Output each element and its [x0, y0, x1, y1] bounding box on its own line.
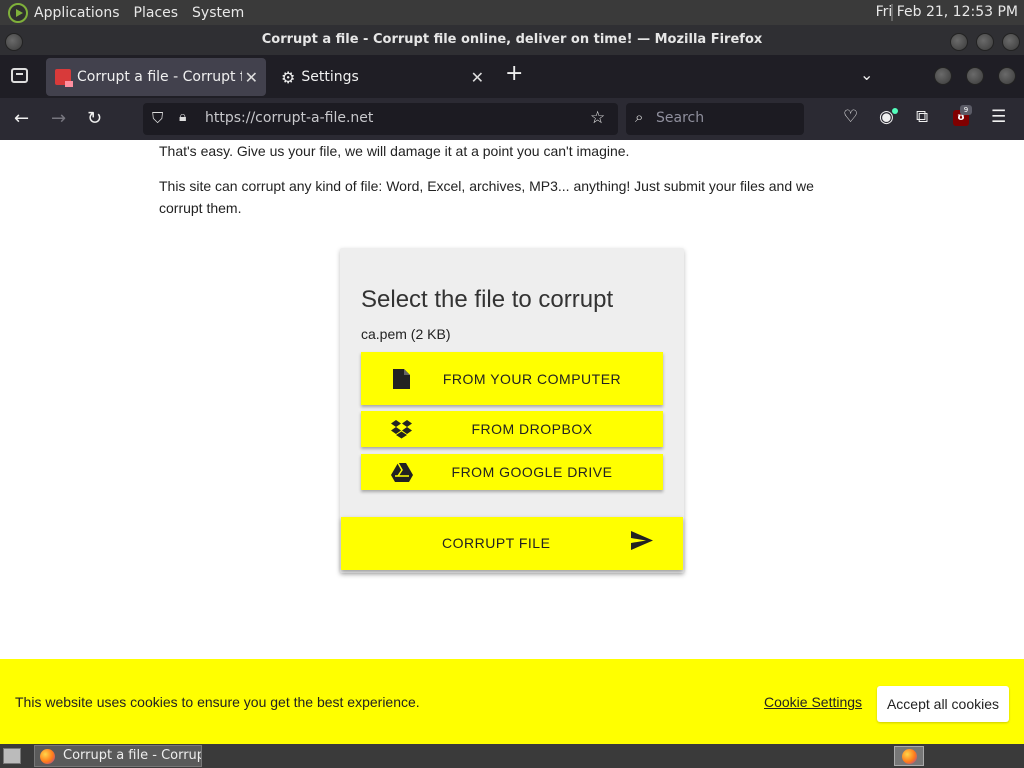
page-content: That's easy. Give us your file, we will … — [0, 140, 1024, 744]
tab-title: Corrupt a file - Corrupt file online, de… — [77, 69, 242, 85]
tab-corrupt-a-file[interactable]: Corrupt a file - Corrupt file online, de… — [46, 58, 266, 96]
close-window-icon[interactable] — [1002, 33, 1020, 51]
hamburger-menu-icon[interactable]: ☰ — [991, 107, 1006, 127]
intro-text: That's easy. Give us your file, we will … — [159, 143, 630, 159]
cookie-message: This website uses cookies to ensure you … — [15, 694, 420, 710]
tabbar-circle-icon — [998, 67, 1016, 85]
gear-icon: ⚙ — [281, 67, 296, 87]
google-drive-icon — [391, 462, 413, 482]
file-icon — [393, 368, 410, 389]
tab-title: Settings — [301, 69, 359, 85]
send-arrow-icon — [631, 531, 653, 550]
selected-file-info: ca.pem (2 KB) — [361, 326, 451, 342]
url-bar[interactable]: ⛉ 🔒︎ https://corrupt-a-file.net ☆ — [143, 103, 618, 135]
close-tab-icon[interactable]: ✕ — [245, 68, 258, 87]
window-menu-icon[interactable] — [5, 33, 23, 51]
tabbar-circle-icon — [934, 67, 952, 85]
ublock-count-badge: 9 — [960, 105, 972, 115]
new-tab-plus-icon[interactable]: + — [505, 61, 523, 86]
system-panel: Applications Places System Fri Feb 21, 1… — [0, 0, 1024, 25]
menu-system[interactable]: System — [192, 5, 244, 21]
bookmark-star-icon[interactable]: ☆ — [590, 108, 605, 128]
taskbar-window-label: Corrupt a file - Corrupt file online, de… — [63, 748, 201, 763]
tab-settings[interactable]: ⚙ Settings ✕ — [272, 58, 492, 96]
search-bar[interactable]: ⌕ Search — [626, 103, 804, 135]
firefox-icon — [902, 749, 917, 764]
bottom-taskbar: Corrupt a file - Corrupt file online, de… — [0, 744, 1024, 768]
firefox-view-icon[interactable] — [11, 68, 28, 83]
site-favicon-icon — [55, 69, 73, 87]
maximize-icon[interactable] — [976, 33, 994, 51]
search-icon: ⌕ — [635, 108, 644, 126]
cookie-settings-link[interactable]: Cookie Settings — [764, 694, 862, 710]
firefox-icon — [40, 749, 55, 764]
workspace-switcher[interactable] — [894, 746, 924, 766]
taskbar-window-button[interactable]: Corrupt a file - Corrupt file online, de… — [34, 745, 202, 767]
accept-all-cookies-button[interactable]: Accept all cookies — [877, 686, 1009, 722]
corrupt-file-button[interactable]: CORRUPT FILE — [341, 517, 683, 570]
from-computer-button[interactable]: FROM YOUR COMPUTER — [361, 352, 663, 405]
menu-applications[interactable]: Applications — [34, 5, 120, 21]
tracking-shield-icon[interactable]: ⛉ — [152, 109, 163, 127]
card-title: Select the file to corrupt — [361, 286, 614, 313]
window-title: Corrupt a file - Corrupt file online, de… — [261, 32, 763, 47]
pocket-icon[interactable]: ♡ — [843, 107, 858, 127]
list-all-tabs-chevron-icon[interactable]: ⌄ — [860, 65, 873, 84]
extensions-puzzle-icon[interactable]: ⧉ — [916, 107, 928, 127]
account-notification-dot — [892, 108, 898, 114]
show-desktop-icon[interactable] — [3, 748, 21, 764]
back-arrow-icon[interactable]: ← — [14, 108, 29, 129]
button-label: CORRUPT FILE — [442, 535, 551, 551]
clock[interactable]: Fri Feb 21, 12:53 PM — [876, 4, 1018, 20]
reload-icon[interactable]: ↻ — [87, 108, 102, 129]
cookie-banner: This website uses cookies to ensure you … — [0, 659, 1024, 744]
from-dropbox-button[interactable]: FROM DROPBOX — [361, 411, 663, 447]
dropbox-icon — [391, 419, 412, 438]
url-text[interactable]: https://corrupt-a-file.net — [205, 110, 373, 126]
menu-places[interactable]: Places — [134, 5, 179, 21]
close-tab-icon[interactable]: ✕ — [471, 68, 484, 87]
distro-logo-icon[interactable] — [8, 2, 28, 23]
window-titlebar[interactable]: Corrupt a file - Corrupt file online, de… — [0, 25, 1024, 55]
tabbar-circle-icon — [966, 67, 984, 85]
forward-arrow-icon[interactable]: → — [51, 108, 66, 129]
intro-text: This site can corrupt any kind of file: … — [159, 178, 814, 216]
search-placeholder: Search — [656, 110, 705, 126]
from-google-drive-button[interactable]: FROM GOOGLE DRIVE — [361, 454, 663, 490]
lock-icon[interactable]: 🔒︎ — [179, 109, 186, 125]
minimize-icon[interactable] — [950, 33, 968, 51]
